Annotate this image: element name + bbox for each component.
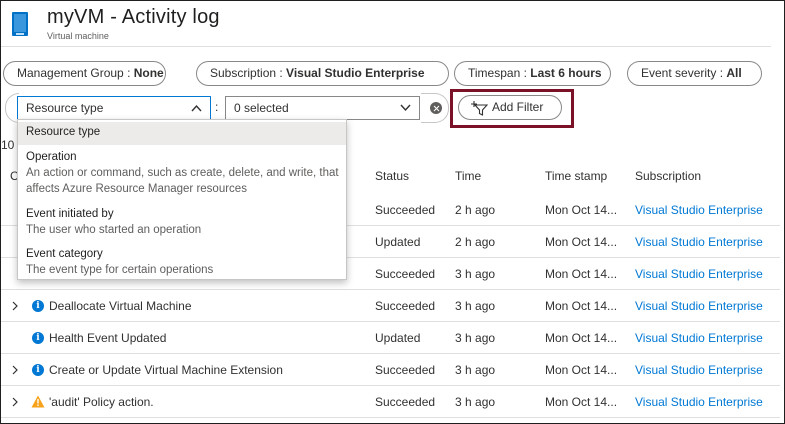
subscription-filter[interactable]: Subscription : Visual Studio Enterprise (196, 61, 449, 86)
clear-filter-icon[interactable] (430, 102, 442, 114)
dropdown-option-event-category[interactable]: Event category The event type for certai… (18, 246, 346, 280)
dropdown-option-operation[interactable]: Operation An action or command, such as … (18, 149, 346, 201)
time-cell: 3 h ago (455, 395, 496, 409)
filter-value-select[interactable]: 0 selected (225, 96, 420, 120)
time-cell: 3 h ago (455, 363, 496, 377)
table-row[interactable]: i Health Event Updated Updated 3 h ago M… (1, 322, 780, 354)
status-cell: Succeeded (375, 267, 436, 281)
filter-separator: : (215, 100, 219, 114)
result-count: 10 (1, 138, 15, 152)
operation-name: Create or Update Virtual Machine Extensi… (49, 363, 283, 377)
page-title: myVM - Activity log (47, 6, 220, 28)
subscription-link[interactable]: Visual Studio Enterprise (635, 203, 763, 217)
time-cell: 3 h ago (455, 331, 496, 345)
management-group-filter[interactable]: Management Group : None (3, 61, 166, 86)
page-subtitle: Virtual machine (47, 31, 109, 41)
timestamp-cell: Mon Oct 14... (545, 395, 618, 409)
operation-name: 'audit' Policy action. (49, 395, 154, 409)
time-cell: 3 h ago (455, 267, 496, 281)
virtual-machine-icon (12, 12, 28, 36)
chevron-up-icon (191, 104, 202, 112)
chevron-right-icon[interactable] (11, 397, 19, 407)
column-header-subscription[interactable]: Subscription (635, 169, 701, 183)
warning-icon (31, 395, 45, 408)
column-header-time-stamp[interactable]: Time stamp (545, 169, 607, 183)
info-icon: i (32, 300, 44, 312)
page-header: myVM - Activity log Virtual machine (1, 1, 784, 47)
timestamp-cell: Mon Oct 14... (545, 363, 618, 377)
timestamp-cell: Mon Oct 14... (545, 235, 618, 249)
table-row[interactable]: i Deallocate Virtual Machine Succeeded 3… (1, 290, 780, 322)
timestamp-cell: Mon Oct 14... (545, 331, 618, 345)
event-severity-filter[interactable]: Event severity : All (627, 61, 762, 86)
column-header-time[interactable]: Time (455, 169, 481, 183)
subscription-link[interactable]: Visual Studio Enterprise (635, 235, 763, 249)
time-cell: 2 h ago (455, 235, 496, 249)
time-cell: 2 h ago (455, 203, 496, 217)
timestamp-cell: Mon Oct 14... (545, 267, 618, 281)
table-row[interactable]: i Create or Update Virtual Machine Exten… (1, 354, 780, 386)
activity-log-window: myVM - Activity log Virtual machine Mana… (0, 0, 785, 424)
filter-field-select[interactable]: Resource type (17, 96, 211, 120)
filter-field-dropdown: Resource type Operation An action or com… (17, 119, 347, 280)
status-cell: Succeeded (375, 363, 436, 377)
header-divider (1, 46, 771, 47)
chevron-right-icon[interactable] (11, 301, 19, 311)
status-cell: Succeeded (375, 395, 436, 409)
add-filter-icon (471, 101, 488, 116)
column-header-status[interactable]: Status (375, 169, 409, 183)
status-cell: Succeeded (375, 203, 436, 217)
chevron-down-icon (400, 104, 411, 112)
subscription-link[interactable]: Visual Studio Enterprise (635, 363, 763, 377)
operation-name: Deallocate Virtual Machine (49, 299, 192, 313)
dropdown-option-resource-type[interactable]: Resource type (18, 122, 346, 145)
chevron-right-icon[interactable] (11, 365, 19, 375)
table-row[interactable]: 'audit' Policy action. Succeeded 3 h ago… (1, 386, 780, 418)
add-filter-button[interactable]: Add Filter (458, 95, 562, 120)
time-cell: 3 h ago (455, 299, 496, 313)
timestamp-cell: Mon Oct 14... (545, 299, 618, 313)
info-icon: i (32, 332, 44, 344)
subscription-link[interactable]: Visual Studio Enterprise (635, 267, 763, 281)
subscription-link[interactable]: Visual Studio Enterprise (635, 331, 763, 345)
info-icon: i (32, 364, 44, 376)
timespan-filter[interactable]: Timespan : Last 6 hours (454, 61, 611, 86)
dropdown-option-event-initiated-by[interactable]: Event initiated by The user who started … (18, 206, 346, 240)
subscription-link[interactable]: Visual Studio Enterprise (635, 395, 763, 409)
subscription-link[interactable]: Visual Studio Enterprise (635, 299, 763, 313)
timestamp-cell: Mon Oct 14... (545, 203, 618, 217)
status-cell: Updated (375, 235, 421, 249)
status-cell: Succeeded (375, 299, 436, 313)
operation-name: Health Event Updated (49, 331, 167, 345)
status-cell: Updated (375, 331, 421, 345)
